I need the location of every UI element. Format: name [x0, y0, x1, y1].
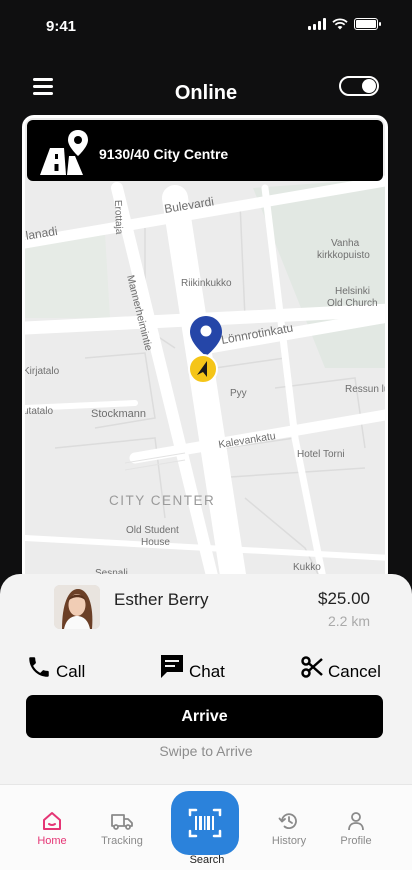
map-label-ressun: Ressun lu — [345, 384, 388, 395]
battery-icon — [354, 18, 381, 30]
scan-button[interactable] — [171, 791, 239, 855]
fare-amount: $25.00 — [318, 589, 370, 608]
map-card[interactable]: Bulevardi Ilanadi Erottaja Mannerheimint… — [22, 115, 388, 585]
current-location-icon — [188, 354, 218, 384]
tab-tracking[interactable]: Tracking — [92, 811, 152, 847]
map-label-pyy: Pyy — [230, 388, 247, 399]
chat-label: Chat — [189, 662, 225, 681]
map-label-kukko: Kukko — [293, 562, 321, 573]
driver-screen: 9:41 Online Bulevardi Ilanadi Erottaja M… — [0, 0, 412, 870]
map-label-stockmann: Stockmann — [91, 408, 146, 420]
trip-distance: 2.2 km — [327, 613, 370, 629]
home-icon — [43, 812, 61, 830]
cancel-button[interactable]: Cancel — [300, 652, 381, 682]
wifi-icon — [332, 18, 348, 30]
truck-icon — [111, 814, 133, 830]
map-label-helsinki: Helsinki — [335, 286, 370, 297]
action-row: Call Chat Cancel — [0, 652, 412, 686]
avatar-image — [54, 585, 100, 629]
toggle-knob — [362, 79, 376, 93]
map-label-erottaja: Erottaja — [112, 200, 124, 235]
map-label-utatalo: utatalo — [25, 406, 53, 417]
map-label-old-student: Old Student — [126, 525, 179, 536]
tab-profile-label: Profile — [340, 835, 372, 847]
tab-profile[interactable]: Profile — [326, 811, 386, 847]
online-toggle[interactable] — [339, 76, 379, 96]
tab-home-label: Home — [37, 835, 67, 847]
signal-icon — [308, 18, 326, 30]
arrive-button[interactable]: Arrive — [26, 695, 383, 738]
barcode-scan-icon — [188, 808, 222, 838]
route-location-text: 9130/40 City Centre — [99, 146, 229, 162]
map-label-kirjatalo: Kirjatalo — [25, 366, 60, 377]
ride-details-sheet: Esther Berry $25.00 2.2 km Call Chat Can… — [0, 574, 412, 788]
rider-avatar — [54, 585, 100, 629]
chat-icon — [161, 655, 183, 678]
status-icons — [308, 18, 381, 30]
phone-icon — [29, 657, 49, 677]
rider-name: Esther Berry — [114, 590, 209, 609]
call-label: Call — [56, 662, 86, 681]
cancel-label: Cancel — [328, 662, 381, 681]
tab-history[interactable]: History — [259, 811, 319, 847]
history-icon — [278, 813, 297, 830]
map-view[interactable]: Bulevardi Ilanadi Erottaja Mannerheimint… — [25, 118, 388, 585]
route-banner: 9130/40 City Centre — [27, 120, 383, 181]
map-label-hotel-torni: Hotel Torni — [297, 449, 345, 460]
tab-tracking-label: Tracking — [101, 835, 143, 847]
swipe-hint: Swipe to Arrive — [159, 743, 253, 759]
road-location-icon — [40, 130, 88, 175]
tab-home[interactable]: Home — [22, 811, 82, 847]
map-label-kirkkopuisto: kirkkopuisto — [317, 250, 370, 261]
bottom-tab-bar: Home Tracking Search History Profile — [0, 784, 412, 870]
tab-history-label: History — [271, 835, 307, 847]
map-label-vanha: Vanha — [331, 238, 360, 249]
user-icon — [348, 812, 364, 831]
status-bar: 9:41 — [0, 0, 412, 50]
map-label-riikinkukko: Riikinkukko — [181, 278, 232, 289]
map-label-old-church: Old Church — [327, 298, 378, 309]
map-label-house: House — [141, 537, 170, 548]
chat-button[interactable]: Chat — [159, 652, 225, 682]
tab-search-label: Search — [189, 854, 225, 866]
header: Online — [0, 70, 412, 116]
call-button[interactable]: Call — [26, 652, 85, 682]
status-time: 9:41 — [46, 18, 77, 35]
scissors-icon — [301, 656, 323, 678]
map-district-label: CITY CENTER — [109, 493, 215, 508]
